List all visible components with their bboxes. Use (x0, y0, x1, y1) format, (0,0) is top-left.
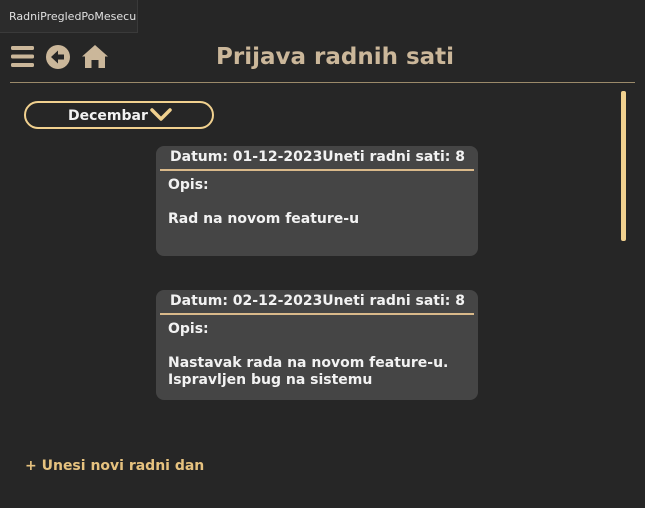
home-icon[interactable] (81, 44, 109, 73)
entry-description: Nastavak rada na novom feature-u. Isprav… (168, 355, 449, 388)
work-entry-card[interactable]: Datum: 02-12-2023 Uneti radni sati: 8 Op… (156, 290, 478, 400)
entry-description-label: Opis: (168, 321, 209, 337)
entry-divider (160, 169, 474, 171)
back-icon[interactable] (46, 45, 70, 73)
month-select[interactable]: Decembar (24, 101, 214, 129)
entry-hours: Uneti radni sati: 8 (322, 293, 465, 309)
scrollbar[interactable] (621, 91, 626, 241)
window-tab[interactable]: RadniPregledPoMesecu (0, 0, 138, 33)
page-title: Prijava radnih sati (216, 44, 455, 70)
window-tab-title: RadniPregledPoMesecu (9, 10, 137, 23)
entry-date: Datum: 02-12-2023 (170, 293, 323, 309)
work-entry-card[interactable]: Datum: 01-12-2023 Uneti radni sati: 8 Op… (156, 146, 478, 256)
entry-date: Datum: 01-12-2023 (170, 149, 323, 165)
month-select-value: Decembar (68, 108, 148, 124)
entry-description-label: Opis: (168, 177, 209, 193)
chevron-down-icon (150, 107, 172, 127)
menu-icon[interactable] (11, 46, 34, 71)
entry-description: Rad na novom feature-u (168, 211, 360, 227)
header-divider (10, 82, 635, 83)
add-work-day-link[interactable]: + Unesi novi radni dan (25, 458, 204, 474)
entry-hours: Uneti radni sati: 8 (322, 149, 465, 165)
entry-divider (160, 313, 474, 315)
